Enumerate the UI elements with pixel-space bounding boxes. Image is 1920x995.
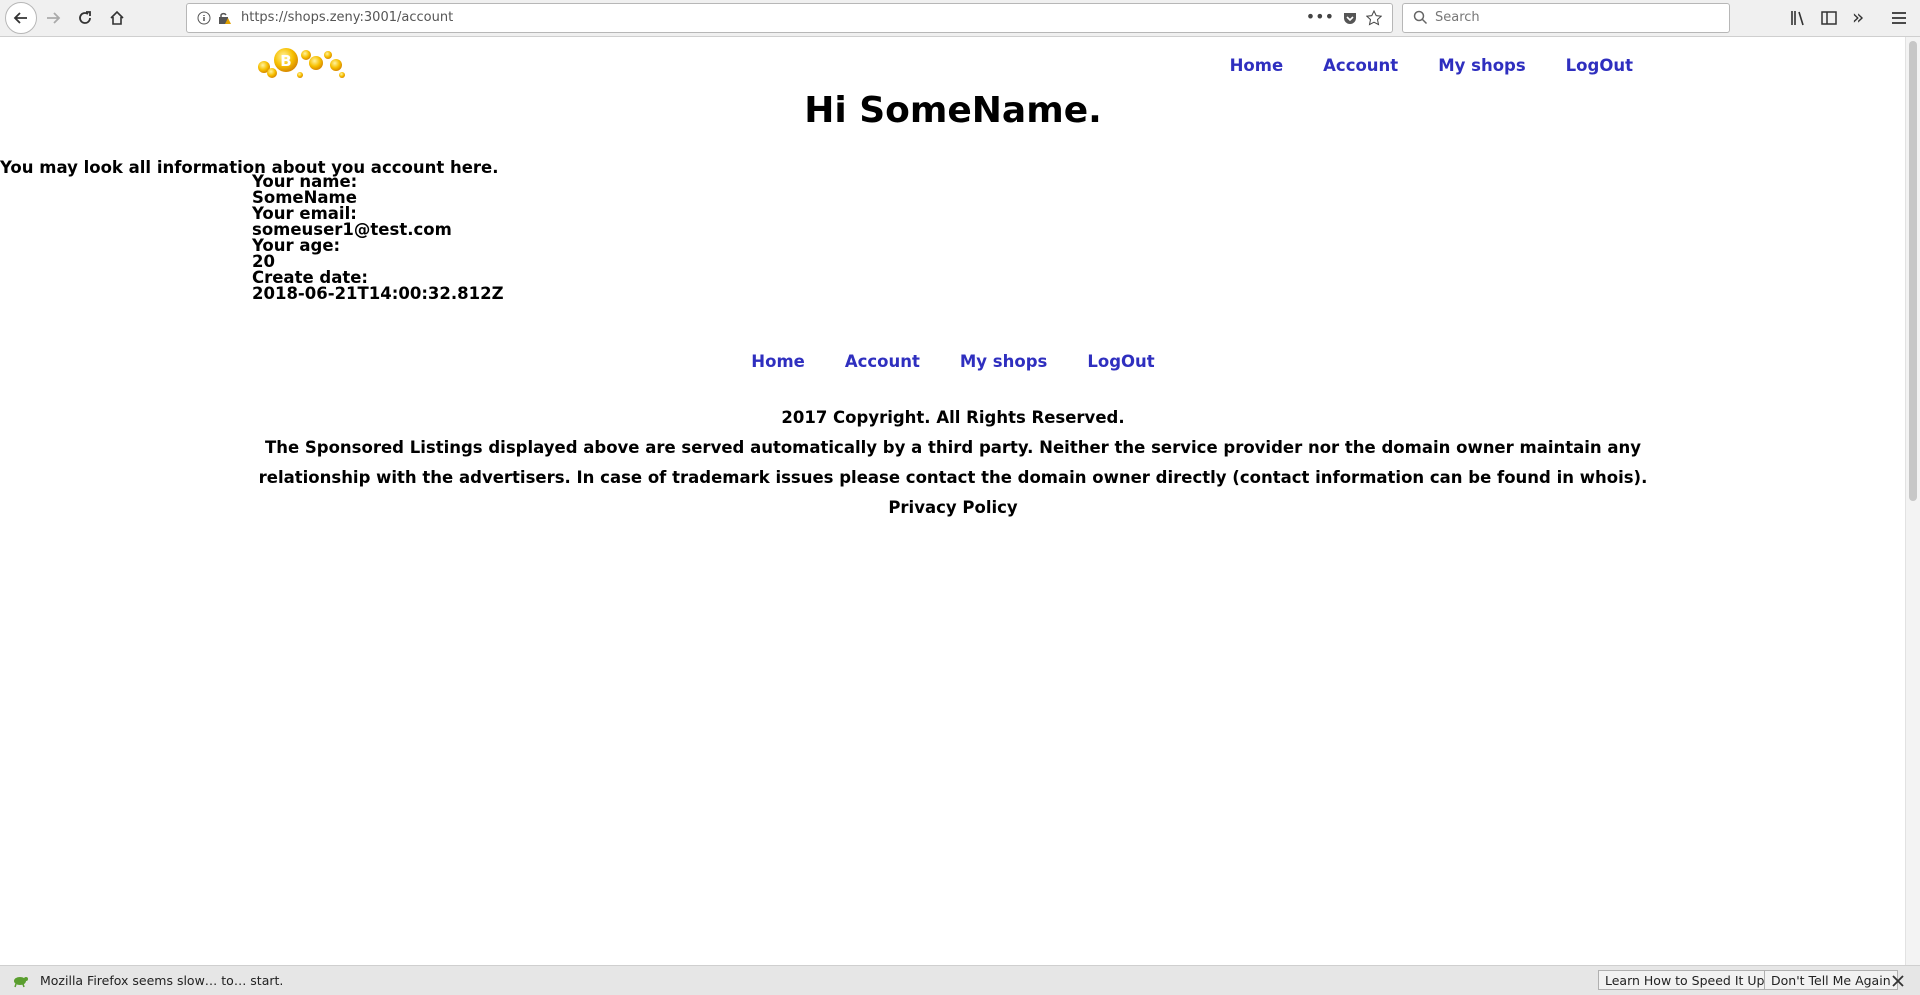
page-actions-icon[interactable]: •••: [1306, 7, 1334, 26]
page-title: Hi SomeName.: [804, 90, 1102, 131]
back-button[interactable]: [5, 2, 37, 34]
notification-bar: Mozilla Firefox seems slow… to… start. L…: [0, 965, 1920, 995]
home-button[interactable]: [102, 3, 132, 33]
footer: 2017 Copyright. All Rights Reserved. The…: [250, 403, 1656, 523]
svg-text:B: B: [280, 52, 291, 70]
bookmark-star-icon[interactable]: [1366, 10, 1382, 26]
notification-text: Mozilla Firefox seems slow… to… start.: [40, 973, 284, 988]
reload-button[interactable]: [70, 3, 100, 33]
browser-toolbar: https://shops.zeny:3001/account ••• Sear…: [0, 0, 1920, 37]
nav-logout-link[interactable]: LogOut: [1566, 56, 1633, 75]
page-scrollbar[interactable]: [1905, 37, 1920, 965]
learn-speed-button[interactable]: Learn How to Speed It Up: [1598, 970, 1772, 990]
age-label: Your age:: [252, 236, 341, 255]
sidebar-icon[interactable]: [1820, 9, 1838, 27]
close-icon[interactable]: [1891, 974, 1905, 988]
site-logo[interactable]: B: [256, 45, 346, 81]
search-placeholder: Search: [1435, 10, 1480, 25]
nav-account-link[interactable]: Account: [1323, 56, 1398, 75]
disclaimer-text: The Sponsored Listings displayed above a…: [258, 438, 1648, 487]
overflow-chevron-icon[interactable]: »: [1852, 5, 1864, 29]
scrollbar-thumb[interactable]: [1909, 41, 1917, 501]
insecure-lock-icon[interactable]: [217, 11, 231, 25]
info-icon[interactable]: [197, 11, 211, 25]
hamburger-menu-icon[interactable]: [1890, 9, 1908, 27]
footer-account-link[interactable]: Account: [845, 352, 920, 371]
search-icon: [1413, 10, 1428, 25]
turtle-icon: [14, 977, 28, 988]
privacy-policy-link[interactable]: Privacy Policy: [250, 493, 1656, 523]
dont-tell-again-button[interactable]: Don't Tell Me Again: [1764, 970, 1898, 990]
home-icon: [110, 10, 124, 25]
account-info: Your name: SomeName Your email: someuser…: [252, 173, 504, 303]
back-arrow-icon: [13, 12, 27, 24]
copyright-text: 2017 Copyright. All Rights Reserved.: [781, 408, 1125, 427]
reload-icon: [79, 11, 91, 24]
forward-arrow-icon: [47, 12, 61, 24]
library-icon[interactable]: [1789, 9, 1807, 27]
url-text: https://shops.zeny:3001/account: [241, 10, 454, 25]
search-bar[interactable]: Search: [1402, 3, 1730, 33]
pocket-icon[interactable]: [1342, 10, 1358, 26]
footer-logout-link[interactable]: LogOut: [1087, 352, 1154, 371]
footer-my-shops-link[interactable]: My shops: [960, 352, 1047, 371]
nav-my-shops-link[interactable]: My shops: [1438, 56, 1525, 75]
nav-home-link[interactable]: Home: [1230, 56, 1284, 75]
forward-button[interactable]: [38, 3, 68, 33]
address-bar[interactable]: https://shops.zeny:3001/account •••: [186, 3, 1393, 33]
footer-nav: Home Account My shops LogOut: [0, 352, 1906, 371]
footer-home-link[interactable]: Home: [751, 352, 805, 371]
header-nav: Home Account My shops LogOut: [1230, 56, 1633, 75]
create-date-value: 2018-06-21T14:00:32.812Z: [252, 284, 504, 303]
